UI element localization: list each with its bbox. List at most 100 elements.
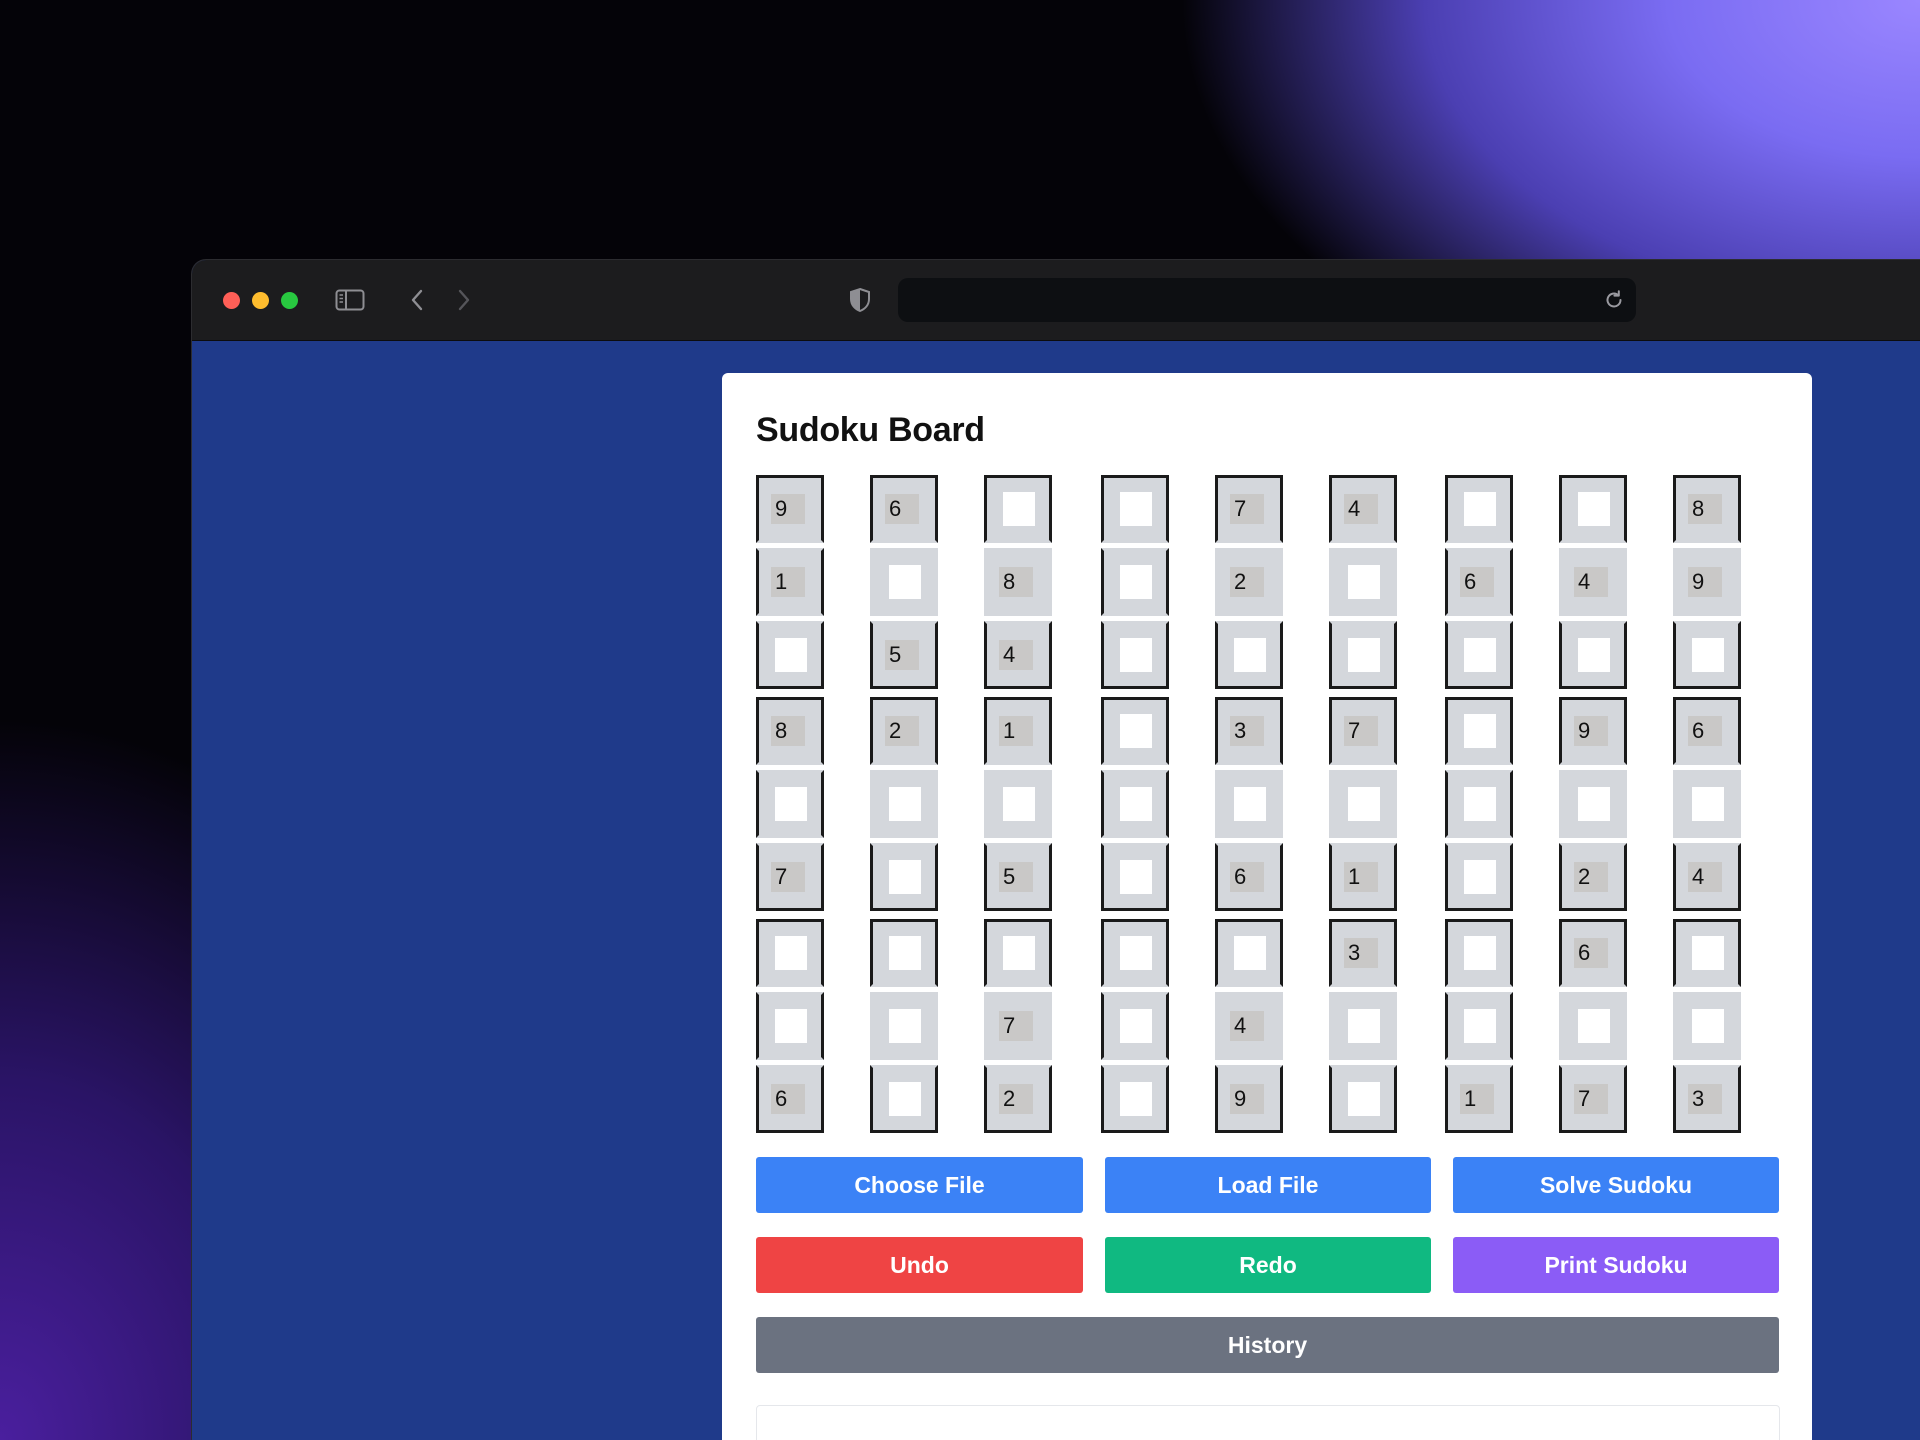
- empty-cell-input[interactable]: [1003, 787, 1035, 821]
- back-arrow-icon[interactable]: [405, 284, 429, 316]
- history-button[interactable]: History: [756, 1317, 1779, 1373]
- sudoku-cell-r9-c4[interactable]: [1101, 1065, 1169, 1133]
- cell-value[interactable]: 1: [1344, 862, 1378, 892]
- sudoku-cell-r1-c4[interactable]: [1101, 475, 1169, 543]
- sudoku-cell-r1-c9[interactable]: 8: [1673, 475, 1741, 543]
- print-sudoku-button[interactable]: Print Sudoku: [1453, 1237, 1779, 1293]
- sudoku-cell-r7-c3[interactable]: [984, 919, 1052, 987]
- sudoku-cell-r2-c6[interactable]: [1329, 548, 1397, 616]
- sudoku-cell-r7-c1[interactable]: [756, 919, 824, 987]
- cell-value[interactable]: 6: [1688, 716, 1722, 746]
- empty-cell-input[interactable]: [1348, 1009, 1380, 1043]
- sudoku-cell-r1-c7[interactable]: [1445, 475, 1513, 543]
- sudoku-cell-r2-c8[interactable]: 4: [1559, 548, 1627, 616]
- sudoku-cell-r1-c3[interactable]: [984, 475, 1052, 543]
- sudoku-cell-r5-c7[interactable]: [1445, 770, 1513, 838]
- empty-cell-input[interactable]: [1578, 787, 1610, 821]
- cell-value[interactable]: 2: [1574, 862, 1608, 892]
- privacy-shield-icon[interactable]: [846, 284, 874, 316]
- cell-value[interactable]: 5: [999, 862, 1033, 892]
- sudoku-cell-r4-c8[interactable]: 9: [1559, 697, 1627, 765]
- sudoku-cell-r5-c5[interactable]: [1215, 770, 1283, 838]
- empty-cell-input[interactable]: [1464, 1009, 1496, 1043]
- empty-cell-input[interactable]: [889, 1082, 921, 1116]
- sudoku-cell-r9-c6[interactable]: [1329, 1065, 1397, 1133]
- empty-cell-input[interactable]: [1120, 714, 1152, 748]
- load-file-button[interactable]: Load File: [1105, 1157, 1431, 1213]
- sudoku-cell-r8-c9[interactable]: [1673, 992, 1741, 1060]
- cell-value[interactable]: 9: [1688, 567, 1722, 597]
- minimize-window-button[interactable]: [252, 292, 269, 309]
- cell-value[interactable]: 6: [1574, 938, 1608, 968]
- empty-cell-input[interactable]: [1120, 936, 1152, 970]
- sudoku-cell-r7-c8[interactable]: 6: [1559, 919, 1627, 987]
- sudoku-cell-r7-c2[interactable]: [870, 919, 938, 987]
- sudoku-cell-r4-c9[interactable]: 6: [1673, 697, 1741, 765]
- empty-cell-input[interactable]: [775, 1009, 807, 1043]
- empty-cell-input[interactable]: [889, 936, 921, 970]
- cell-value[interactable]: 3: [1688, 1084, 1722, 1114]
- sudoku-cell-r8-c8[interactable]: [1559, 992, 1627, 1060]
- cell-value[interactable]: 9: [771, 494, 805, 524]
- empty-cell-input[interactable]: [1120, 492, 1152, 526]
- sudoku-cell-r2-c3[interactable]: 8: [984, 548, 1052, 616]
- sudoku-cell-r6-c9[interactable]: 4: [1673, 843, 1741, 911]
- sudoku-cell-r9-c3[interactable]: 2: [984, 1065, 1052, 1133]
- sudoku-cell-r3-c9[interactable]: [1673, 621, 1741, 689]
- empty-cell-input[interactable]: [775, 638, 807, 672]
- empty-cell-input[interactable]: [1692, 936, 1724, 970]
- sudoku-cell-r1-c2[interactable]: 6: [870, 475, 938, 543]
- zoom-window-button[interactable]: [281, 292, 298, 309]
- sudoku-cell-r6-c5[interactable]: 6: [1215, 843, 1283, 911]
- sudoku-cell-r8-c4[interactable]: [1101, 992, 1169, 1060]
- sudoku-cell-r5-c1[interactable]: [756, 770, 824, 838]
- cell-value[interactable]: 7: [1344, 716, 1378, 746]
- sudoku-cell-r6-c1[interactable]: 7: [756, 843, 824, 911]
- choose-file-button[interactable]: Choose File: [756, 1157, 1083, 1213]
- cell-value[interactable]: 8: [1688, 494, 1722, 524]
- sudoku-cell-r7-c7[interactable]: [1445, 919, 1513, 987]
- sudoku-cell-r5-c2[interactable]: [870, 770, 938, 838]
- cell-value[interactable]: 9: [1574, 716, 1608, 746]
- sudoku-cell-r8-c6[interactable]: [1329, 992, 1397, 1060]
- sudoku-cell-r8-c2[interactable]: [870, 992, 938, 1060]
- sudoku-cell-r2-c5[interactable]: 2: [1215, 548, 1283, 616]
- sudoku-cell-r9-c9[interactable]: 3: [1673, 1065, 1741, 1133]
- sudoku-cell-r5-c3[interactable]: [984, 770, 1052, 838]
- cell-value[interactable]: 3: [1344, 938, 1378, 968]
- address-bar[interactable]: [898, 278, 1636, 322]
- empty-cell-input[interactable]: [1464, 714, 1496, 748]
- empty-cell-input[interactable]: [1003, 492, 1035, 526]
- sudoku-cell-r6-c6[interactable]: 1: [1329, 843, 1397, 911]
- sudoku-cell-r2-c2[interactable]: [870, 548, 938, 616]
- cell-value[interactable]: 1: [771, 567, 805, 597]
- empty-cell-input[interactable]: [889, 787, 921, 821]
- empty-cell-input[interactable]: [1234, 787, 1266, 821]
- sudoku-cell-r7-c5[interactable]: [1215, 919, 1283, 987]
- cell-value[interactable]: 7: [771, 862, 805, 892]
- empty-cell-input[interactable]: [1120, 787, 1152, 821]
- cell-value[interactable]: 6: [885, 494, 919, 524]
- cell-value[interactable]: 7: [999, 1011, 1033, 1041]
- empty-cell-input[interactable]: [1120, 565, 1152, 599]
- empty-cell-input[interactable]: [1348, 787, 1380, 821]
- sudoku-cell-r3-c2[interactable]: 5: [870, 621, 938, 689]
- empty-cell-input[interactable]: [1464, 787, 1496, 821]
- empty-cell-input[interactable]: [775, 787, 807, 821]
- cell-value[interactable]: 2: [885, 716, 919, 746]
- sudoku-cell-r3-c6[interactable]: [1329, 621, 1397, 689]
- cell-value[interactable]: 4: [1344, 494, 1378, 524]
- cell-value[interactable]: 1: [1460, 1084, 1494, 1114]
- sudoku-cell-r7-c4[interactable]: [1101, 919, 1169, 987]
- sudoku-cell-r6-c4[interactable]: [1101, 843, 1169, 911]
- reload-icon[interactable]: [1602, 288, 1626, 312]
- cell-value[interactable]: 8: [999, 567, 1033, 597]
- sudoku-cell-r8-c3[interactable]: 7: [984, 992, 1052, 1060]
- empty-cell-input[interactable]: [1578, 492, 1610, 526]
- sudoku-cell-r8-c7[interactable]: [1445, 992, 1513, 1060]
- cell-value[interactable]: 5: [885, 640, 919, 670]
- cell-value[interactable]: 6: [771, 1084, 805, 1114]
- sudoku-cell-r9-c2[interactable]: [870, 1065, 938, 1133]
- empty-cell-input[interactable]: [889, 1009, 921, 1043]
- sudoku-cell-r6-c8[interactable]: 2: [1559, 843, 1627, 911]
